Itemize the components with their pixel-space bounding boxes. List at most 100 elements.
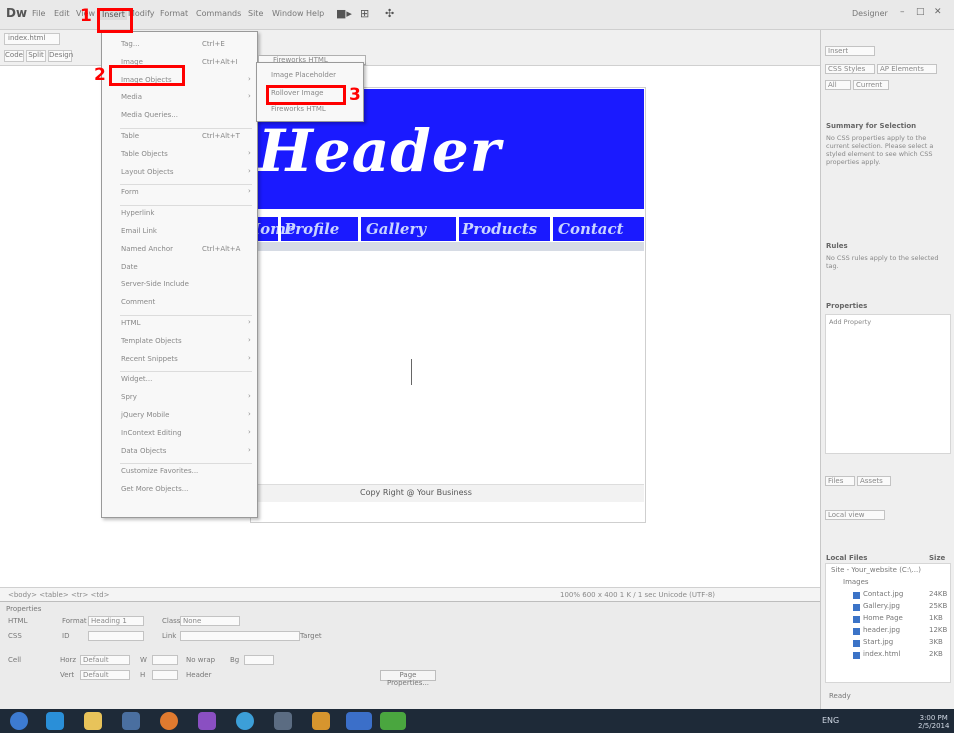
- insert-menu-item[interactable]: Media ›: [102, 91, 257, 104]
- insert-menu-item[interactable]: Server-Side Include: [102, 278, 257, 291]
- menu-item-shortcut: Ctrl+Alt+T: [202, 132, 240, 140]
- submenu-arrow-icon: ›: [248, 166, 251, 175]
- app-icon[interactable]: [312, 712, 330, 730]
- css-mode-button[interactable]: CSS: [8, 632, 22, 640]
- insert-menu-item[interactable]: Recent Snippets ›: [102, 353, 257, 366]
- internet-explorer-icon[interactable]: [46, 712, 64, 730]
- chrome-icon[interactable]: [236, 712, 254, 730]
- height-field[interactable]: [152, 670, 178, 680]
- file-item[interactable]: header.jpg: [863, 626, 900, 634]
- nav-gallery[interactable]: Gallery: [366, 220, 426, 238]
- insert-menu-item[interactable]: Widget...: [102, 373, 257, 386]
- vert-select[interactable]: Default: [80, 670, 130, 680]
- page-properties-button[interactable]: Page Properties...: [380, 670, 436, 687]
- nav-profile[interactable]: Profile: [284, 220, 339, 238]
- minimize-icon[interactable]: –: [900, 7, 905, 17]
- id-select[interactable]: [88, 631, 144, 641]
- class-select[interactable]: None: [180, 616, 240, 626]
- system-tray[interactable]: ENG: [822, 716, 839, 725]
- file-item[interactable]: Home Page: [863, 614, 903, 622]
- submenu-image-placeholder[interactable]: Image Placeholder: [257, 69, 363, 82]
- link-field[interactable]: [180, 631, 300, 641]
- app-icon[interactable]: [122, 712, 140, 730]
- bg-color-field[interactable]: [244, 655, 274, 665]
- file-item[interactable]: Gallery.jpg: [863, 602, 900, 610]
- insert-menu-item[interactable]: Table Objects ›: [102, 148, 257, 161]
- menu-edit[interactable]: Edit: [54, 9, 70, 18]
- file-size: 24KB: [929, 590, 948, 598]
- files-tab[interactable]: Files: [825, 476, 855, 486]
- insert-menu-item[interactable]: Hyperlink: [102, 207, 257, 220]
- firefox-icon[interactable]: [160, 712, 178, 730]
- word-icon[interactable]: [346, 712, 372, 730]
- insert-menu-item[interactable]: Comment: [102, 296, 257, 309]
- insert-menu-item[interactable]: Get More Objects...: [102, 483, 257, 496]
- dreamweaver-taskbar-icon[interactable]: [380, 712, 406, 730]
- insert-menu-item[interactable]: jQuery Mobile ›: [102, 409, 257, 422]
- insert-menu-item[interactable]: HTML ›: [102, 317, 257, 330]
- layout-icon[interactable]: ⊞: [360, 7, 369, 20]
- submenu-arrow-icon: ›: [248, 148, 251, 157]
- folder-images[interactable]: Images: [843, 578, 869, 586]
- insert-menu-item[interactable]: Form ›: [102, 186, 257, 199]
- css-properties-list[interactable]: [825, 314, 951, 454]
- menu-item-label: Table Objects: [121, 149, 168, 158]
- menu-window[interactable]: Window: [272, 9, 304, 18]
- insert-panel-tab[interactable]: Insert: [825, 46, 875, 56]
- insert-menu-item[interactable]: Media Queries...: [102, 109, 257, 122]
- file-item[interactable]: Start.jpg: [863, 638, 893, 646]
- menu-site[interactable]: Site: [248, 9, 263, 18]
- site-root[interactable]: Site - Your_website (C:\...): [831, 566, 921, 574]
- css-all-tab[interactable]: All: [825, 80, 851, 90]
- nav-products[interactable]: Products: [462, 220, 537, 238]
- menu-item-label: Tag...: [121, 40, 140, 48]
- app-icon[interactable]: [274, 712, 292, 730]
- nowrap-label[interactable]: No wrap: [186, 656, 215, 664]
- css-styles-tab[interactable]: CSS Styles: [825, 64, 875, 74]
- menu-commands[interactable]: Commands: [196, 9, 241, 18]
- document-tab[interactable]: index.html: [4, 33, 60, 45]
- assets-tab[interactable]: Assets: [857, 476, 891, 486]
- insert-menu-item[interactable]: Customize Favorites...: [102, 465, 257, 478]
- workspace-switcher[interactable]: Designer: [852, 9, 888, 18]
- design-view-button[interactable]: Design: [48, 50, 73, 62]
- insert-menu-item[interactable]: Data Objects ›: [102, 445, 257, 458]
- split-view-button[interactable]: Split: [26, 50, 46, 62]
- add-property-link[interactable]: Add Property: [829, 318, 871, 326]
- insert-menu-item[interactable]: Tag... Ctrl+E: [102, 38, 257, 51]
- extension-icon[interactable]: ✣: [385, 7, 394, 20]
- local-view-select[interactable]: Local view: [825, 510, 885, 520]
- file-explorer-icon[interactable]: [84, 712, 102, 730]
- insert-menu-item[interactable]: Table Ctrl+Alt+T: [102, 130, 257, 143]
- horz-select[interactable]: Default: [80, 655, 130, 665]
- system-clock[interactable]: 3:00 PM 2/5/2014: [918, 714, 949, 730]
- nav-contact[interactable]: Contact: [558, 220, 624, 238]
- insert-menu-item[interactable]: Email Link: [102, 225, 257, 238]
- css-current-tab[interactable]: Current: [853, 80, 889, 90]
- html-mode-button[interactable]: HTML: [8, 617, 27, 625]
- insert-menu-item[interactable]: InContext Editing ›: [102, 427, 257, 440]
- insert-menu-item[interactable]: Date: [102, 261, 257, 274]
- app-icon[interactable]: [198, 712, 216, 730]
- menu-help[interactable]: Help: [306, 9, 324, 18]
- start-button-icon[interactable]: [10, 712, 28, 730]
- app-logo: Dw: [6, 6, 28, 20]
- width-field[interactable]: [152, 655, 178, 665]
- video-icon[interactable]: ■▸: [336, 7, 352, 20]
- header-label[interactable]: Header: [186, 671, 212, 679]
- menu-format[interactable]: Format: [160, 9, 188, 18]
- maximize-icon[interactable]: □: [916, 7, 925, 17]
- code-view-button[interactable]: Code: [4, 50, 24, 62]
- tag-selector[interactable]: <body> <table> <tr> <td>: [8, 591, 109, 599]
- file-item[interactable]: index.html: [863, 650, 900, 658]
- menu-file[interactable]: File: [32, 9, 45, 18]
- ap-elements-tab[interactable]: AP Elements: [877, 64, 937, 74]
- insert-menu-item[interactable]: Template Objects ›: [102, 335, 257, 348]
- close-icon[interactable]: ✕: [934, 7, 942, 17]
- insert-menu-item[interactable]: Named Anchor Ctrl+Alt+A: [102, 243, 257, 256]
- insert-menu-item[interactable]: Spry ›: [102, 391, 257, 404]
- insert-menu-item[interactable]: Layout Objects ›: [102, 166, 257, 179]
- file-item[interactable]: Contact.jpg: [863, 590, 903, 598]
- format-select[interactable]: Heading 1: [88, 616, 144, 626]
- size-header: Size: [929, 554, 946, 562]
